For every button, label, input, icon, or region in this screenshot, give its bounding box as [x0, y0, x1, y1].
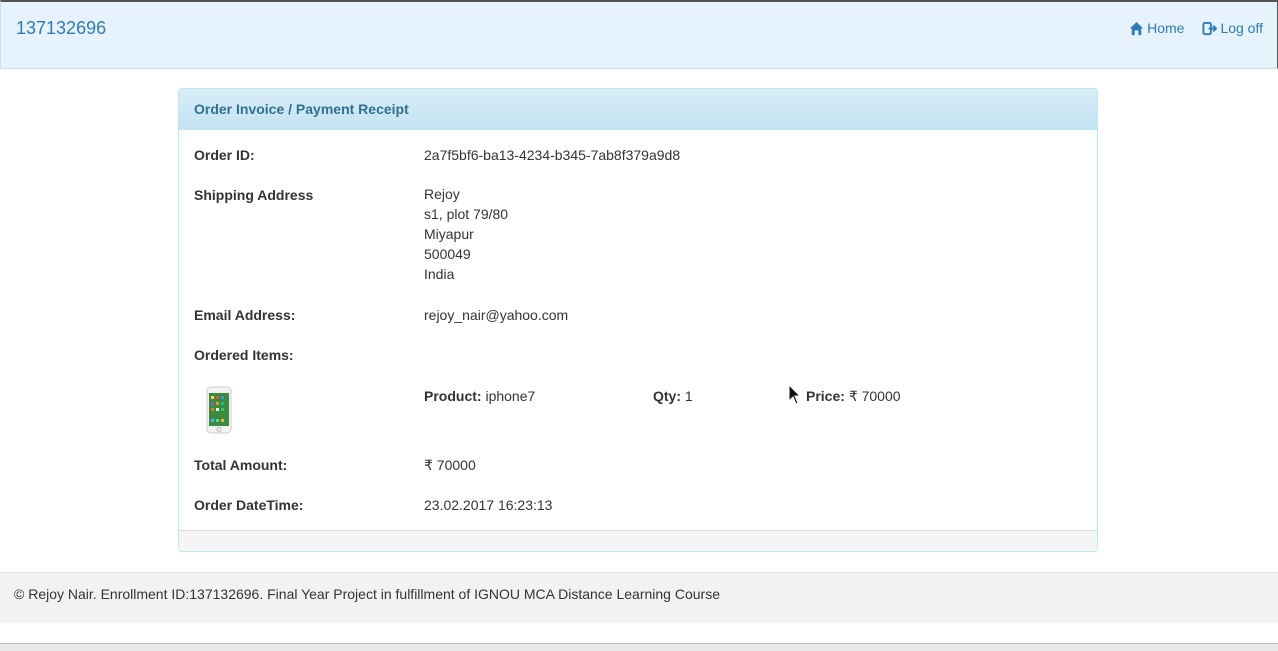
page-footer: © Rejoy Nair. Enrollment ID:137132696. F… — [0, 572, 1278, 623]
invoice-panel: Order Invoice / Payment Receipt Order ID… — [178, 88, 1098, 552]
order-id-label: Order ID: — [194, 147, 255, 163]
total-label: Total Amount: — [194, 457, 288, 473]
email-label: Email Address: — [194, 307, 296, 323]
panel-footer — [179, 530, 1097, 551]
nav-links: Home Log off — [1129, 20, 1263, 36]
price-value: ₹ 70000 — [848, 388, 901, 404]
home-link[interactable]: Home — [1129, 20, 1184, 36]
footer-text: © Rejoy Nair. Enrollment ID:137132696. F… — [14, 586, 720, 602]
logoff-link[interactable]: Log off — [1202, 20, 1263, 36]
panel-title: Order Invoice / Payment Receipt — [179, 89, 1097, 130]
order-item: Product: iphone7 Qty: 1 Price: ₹ 70000 — [194, 386, 1084, 436]
qty-value: 1 — [684, 388, 693, 404]
top-navbar: 137132696 Home Log off — [0, 0, 1278, 69]
address-line: 500049 — [424, 246, 471, 262]
product-field: Product: iphone7 — [424, 388, 535, 404]
datetime-label: Order DateTime: — [194, 497, 304, 513]
brand-link[interactable]: 137132696 — [16, 18, 106, 39]
product-value: iphone7 — [485, 388, 536, 404]
address-line: Miyapur — [424, 226, 474, 242]
product-label: Product: — [424, 388, 482, 404]
home-icon — [1130, 21, 1144, 35]
ordered-items-label: Ordered Items: — [194, 347, 294, 363]
price-label: Price: — [806, 388, 845, 404]
log-out-icon — [1202, 21, 1218, 35]
total-value: ₹ 70000 — [424, 457, 476, 473]
email-value: rejoy_nair@yahoo.com — [424, 307, 569, 323]
datetime-value: 23.02.2017 16:23:13 — [424, 497, 553, 513]
price-field: Price: ₹ 70000 — [806, 388, 901, 405]
shipping-address: Rejoy s1, plot 79/80 Miyapur 500049 Indi… — [424, 184, 508, 284]
mouse-cursor-icon — [788, 384, 802, 405]
iphone-image — [206, 386, 232, 434]
order-id-value: 2a7f5bf6-ba13-4234-b345-7ab8f379a9d8 — [424, 147, 681, 163]
address-line: s1, plot 79/80 — [424, 206, 509, 222]
shipping-label: Shipping Address — [194, 187, 314, 203]
home-label: Home — [1147, 20, 1185, 36]
address-line: Rejoy — [424, 186, 460, 202]
address-line: India — [424, 266, 455, 282]
logoff-label: Log off — [1220, 20, 1263, 36]
qty-label: Qty: — [653, 388, 681, 404]
qty-field: Qty: 1 — [653, 388, 693, 404]
